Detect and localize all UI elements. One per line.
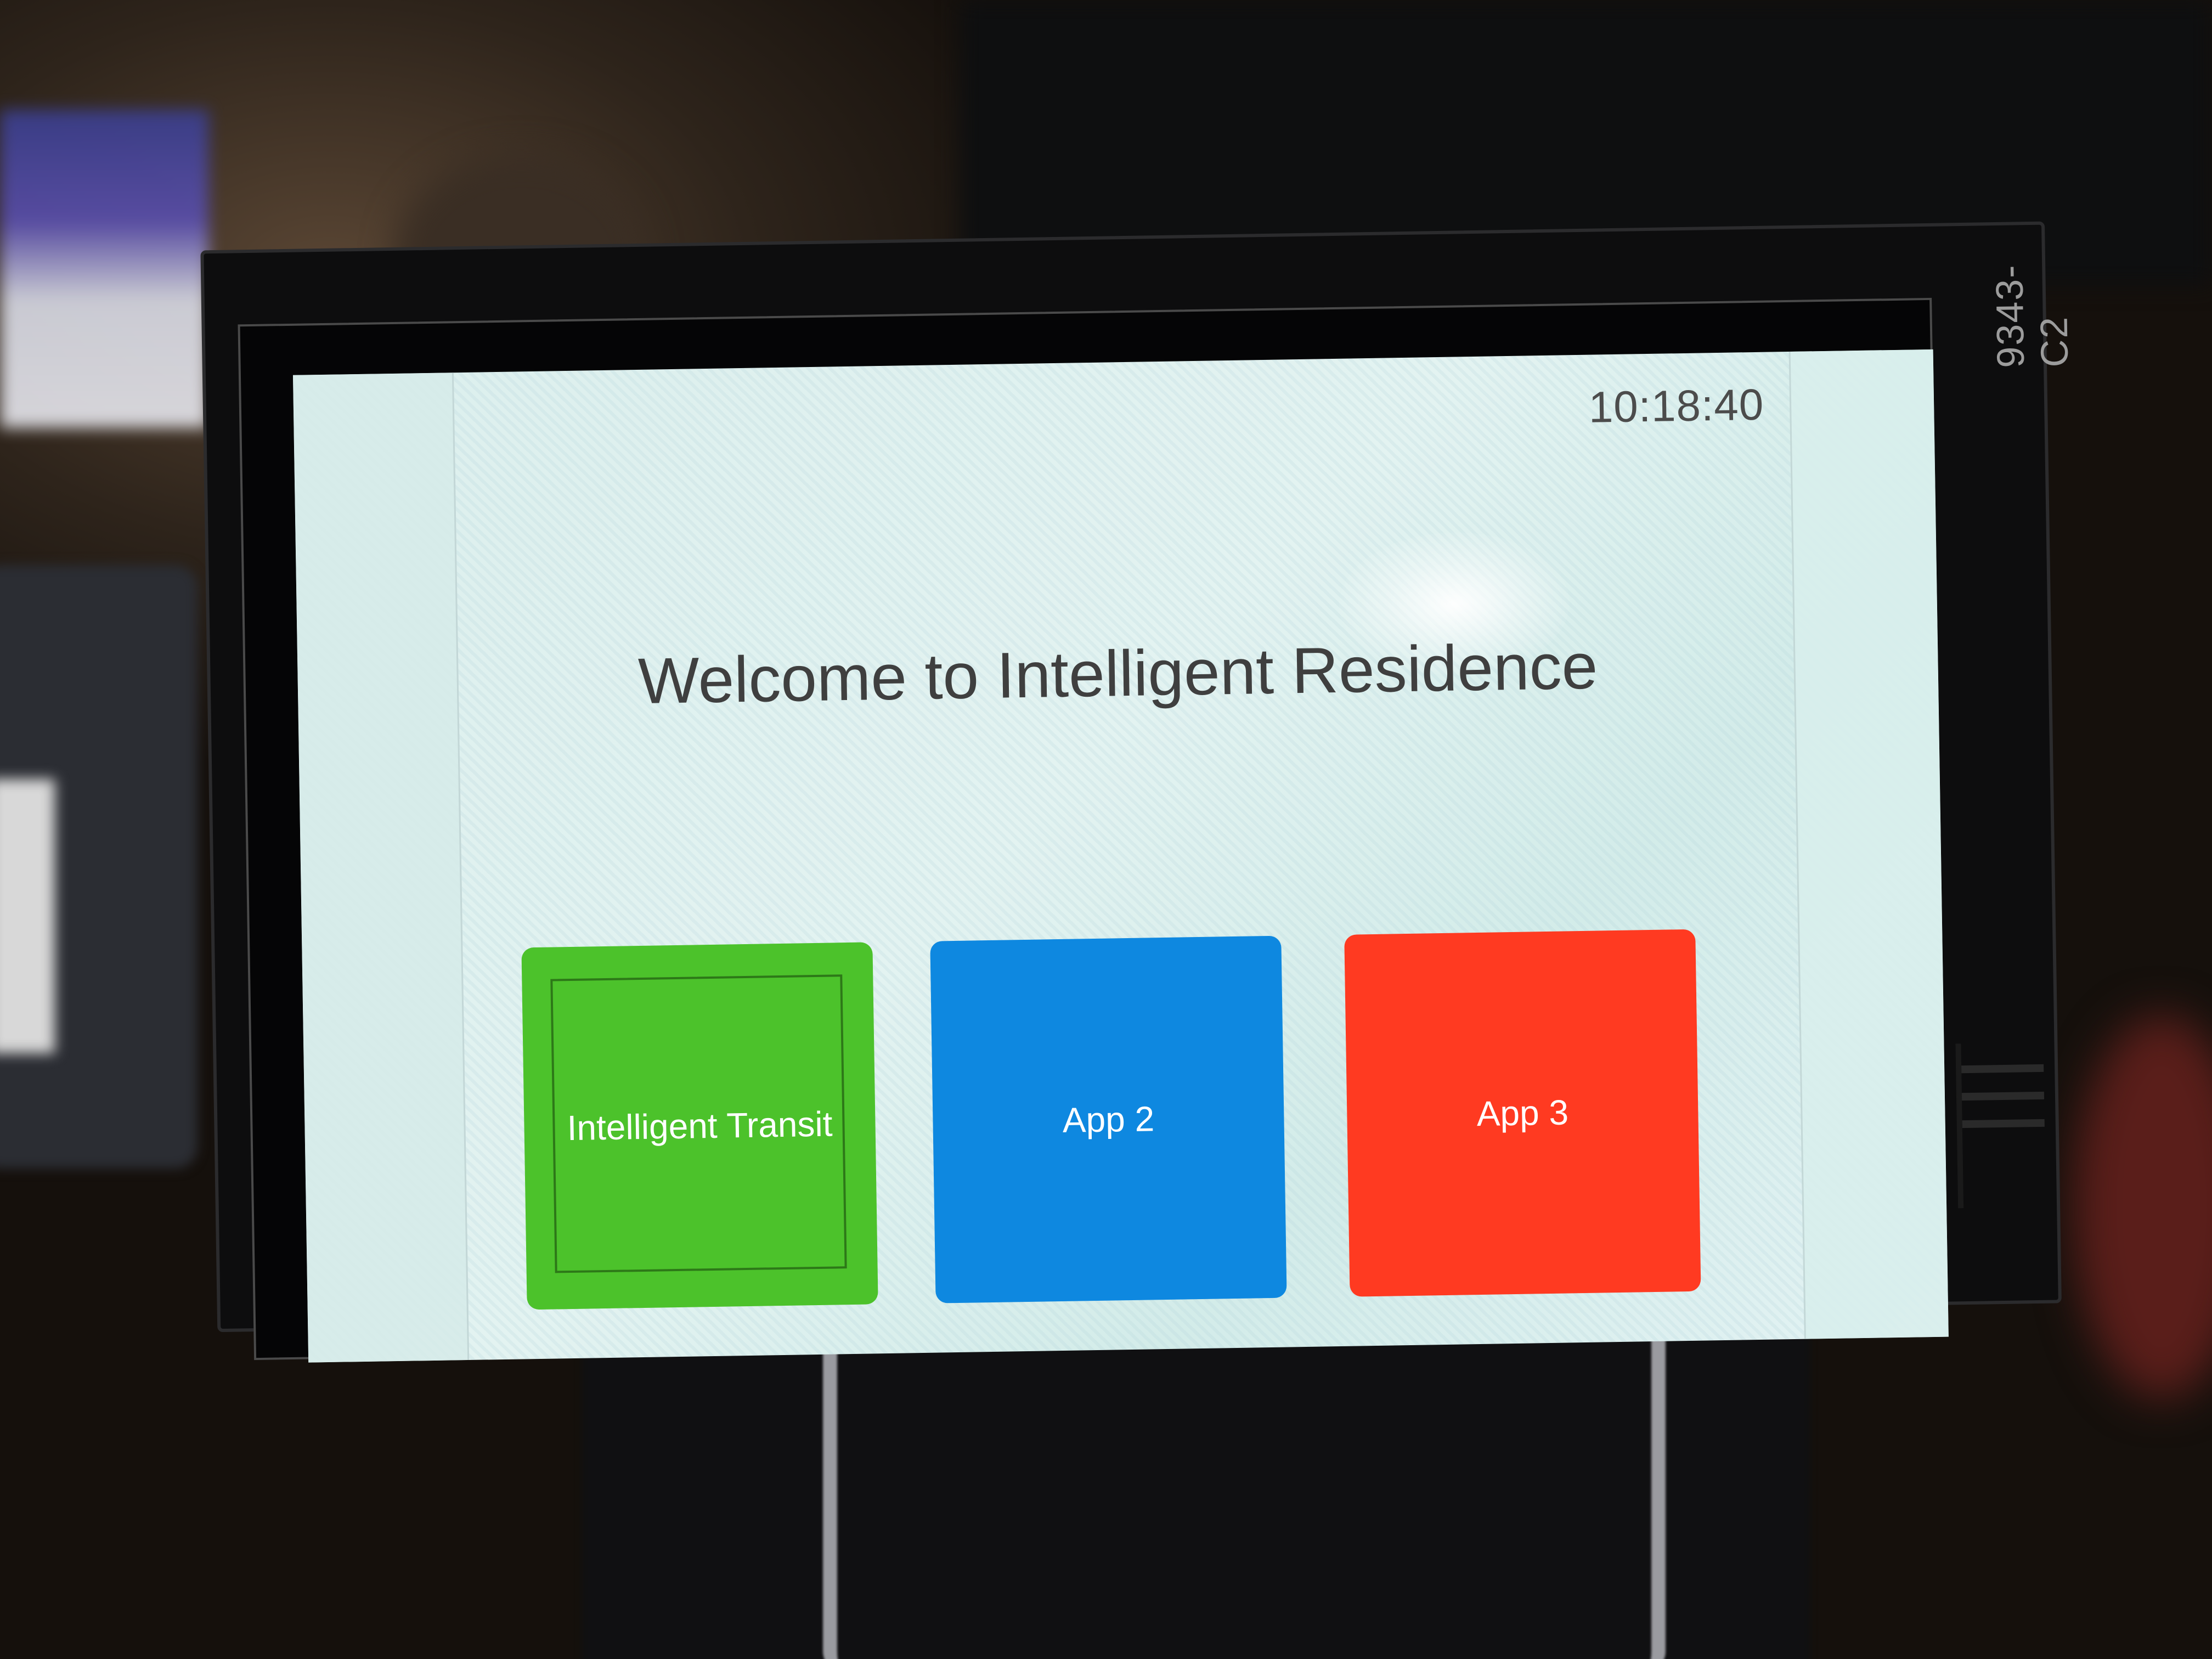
app-tile-label: App 3 bbox=[1476, 1092, 1569, 1134]
background-tablet-screen bbox=[0, 779, 55, 1053]
background-monitor bbox=[0, 110, 208, 428]
app-tiles: Intelligent Transit App 2 App 3 bbox=[521, 928, 1789, 1331]
welcome-title: Welcome to Intelligent Residence bbox=[637, 630, 1599, 718]
app-tile-intelligent-transit[interactable]: Intelligent Transit bbox=[521, 942, 878, 1310]
clock: 10:18:40 bbox=[1588, 380, 1764, 432]
connector-trace bbox=[1961, 1091, 2045, 1101]
screen-right-margin bbox=[1788, 349, 1949, 1339]
lcd-module: 9343-C2 10:18:40 Welcome to Intelligent … bbox=[200, 178, 2076, 1363]
stand-clip-left bbox=[823, 1311, 870, 1659]
connector-trace bbox=[1961, 1064, 2044, 1074]
screen-bezel: 10:18:40 Welcome to Intelligent Residenc… bbox=[238, 297, 1949, 1363]
ribbon-connector bbox=[1955, 1042, 2057, 1209]
touch-screen: 10:18:40 Welcome to Intelligent Residenc… bbox=[292, 349, 1949, 1363]
connector-trace bbox=[1962, 1119, 2045, 1128]
screen-left-margin bbox=[292, 373, 470, 1363]
stand-clip-right bbox=[1618, 1311, 1666, 1659]
background-red-object bbox=[2074, 1015, 2212, 1399]
app-tile-label: Intelligent Transit bbox=[567, 1104, 833, 1148]
pcb-board: 9343-C2 10:18:40 Welcome to Intelligent … bbox=[200, 221, 2076, 1363]
photo-scene: 9343-C2 10:18:40 Welcome to Intelligent … bbox=[0, 0, 2212, 1659]
board-label: 9343-C2 bbox=[1988, 263, 2076, 369]
app-tile-label: App 2 bbox=[1062, 1099, 1155, 1140]
app-tile-app-3[interactable]: App 3 bbox=[1344, 929, 1701, 1297]
app-tile-app-2[interactable]: App 2 bbox=[930, 935, 1287, 1304]
